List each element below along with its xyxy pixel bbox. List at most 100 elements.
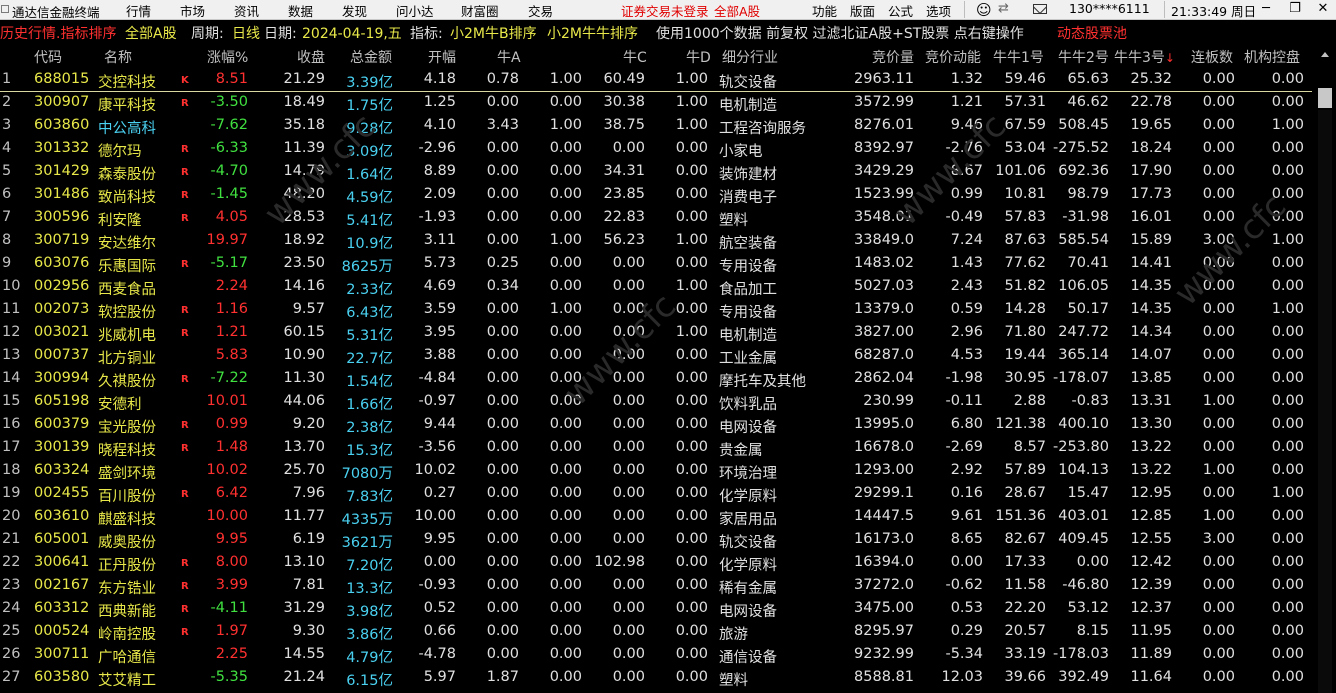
col-close[interactable]: 收盘 [297, 47, 325, 67]
table-row[interactable]: 15 605198 安德利 10.01 44.06 1.66亿 -0.97 0.00 0.00 0… [0, 390, 1312, 413]
menu-hangqing[interactable]: 行情 [126, 1, 151, 20]
cell-close: 31.29 [283, 600, 325, 616]
margin-badge: R [181, 190, 189, 201]
data-settings[interactable]: 使用1000个数据 前复权 过滤北证A股+ST股票 点右键操作 [656, 23, 1024, 43]
menu-shuju[interactable]: 数据 [288, 1, 313, 20]
cell-ind: 稀有金属 [719, 581, 777, 597]
minimize-button[interactable]: ─ [1256, 0, 1276, 19]
table-row[interactable]: 10 002956 西麦食品 2.24 14.16 2.33亿 4.69 0.34 0.00 0.… [0, 275, 1312, 298]
period-value[interactable]: 日线 [232, 23, 260, 43]
cell-b: 0.00 [549, 439, 582, 455]
table-row[interactable]: 25 000524 岭南控股 R 1.97 9.30 3.86亿 0.66 0.00 0.00 0.… [0, 620, 1312, 643]
col-niu-d[interactable]: 牛D [686, 47, 711, 67]
col-niu-a[interactable]: 牛A [497, 47, 521, 67]
cell-bm: 2.43 [950, 278, 983, 294]
table-row[interactable]: 3 603860 中公高科 -7.62 35.18 9.28亿 4.10 3.43 1.00 38… [0, 114, 1312, 137]
cell-b: 1.00 [549, 71, 582, 87]
table-row[interactable]: 9 603076 乐惠国际 R -5.17 23.50 8625万 5.73 0.25 0.00 0… [0, 252, 1312, 275]
market-indicator[interactable]: 全部A股 [714, 1, 760, 20]
menu-zixun[interactable]: 资讯 [234, 1, 259, 20]
table-row[interactable]: 5 301429 森泰股份 R -4.70 14.79 1.64亿 8.89 0.00 0.00 3… [0, 160, 1312, 183]
menu-faxian[interactable]: 发现 [342, 1, 367, 20]
table-row[interactable]: 21 605001 威奥股份 9.95 6.19 3621万 9.95 0.00 0.00 0.0… [0, 528, 1312, 551]
date-value[interactable]: 2024-04-19,五 [302, 23, 402, 43]
cell-bv: 9232.99 [854, 646, 914, 662]
col-niuniu-2[interactable]: 牛牛2号 [1058, 47, 1109, 67]
menu-xuanxiang[interactable]: 选项 [926, 1, 951, 20]
col-name[interactable]: 名称 [104, 47, 132, 67]
col-niuniu-1[interactable]: 牛牛1号 [993, 47, 1044, 67]
col-industry[interactable]: 细分行业 [722, 47, 778, 67]
table-row[interactable]: 18 603324 盛剑环境 10.02 25.70 7080万 10.02 0.00 0.00… [0, 459, 1312, 482]
cell-ind: 塑料 [719, 213, 748, 229]
cell-n1: 22.20 [1004, 600, 1046, 616]
table-row[interactable]: 26 300711 广哈通信 2.25 14.55 4.79亿 -4.78 0.00 0.00 0… [0, 643, 1312, 666]
account-id[interactable]: 130****6111 [1069, 1, 1150, 16]
cell-n1: 8.57 [1013, 439, 1046, 455]
restore-button[interactable]: ❐ [1285, 0, 1305, 19]
table-row[interactable]: 6 301486 致尚科技 R -1.45 48.20 4.59亿 2.09 0.00 0.00 2… [0, 183, 1312, 206]
cell-close: 44.06 [283, 393, 325, 409]
cell-lb: 1.00 [1202, 462, 1235, 478]
swap-icon[interactable]: ⇄ [998, 1, 1009, 16]
market-label[interactable]: 全部A股 [125, 23, 177, 43]
stock-code: 301486 [34, 186, 90, 202]
scroll-thumb[interactable] [1318, 88, 1332, 108]
cell-a: 0.00 [486, 554, 519, 570]
indicator-niuniu-sort[interactable]: 小2M牛牛排序 [547, 23, 638, 43]
menu-caifuquan[interactable]: 财富圈 [461, 1, 499, 20]
stock-name: 西典新能 [98, 604, 156, 620]
table-row[interactable]: 11 002073 软控股份 R 1.16 9.57 6.43亿 3.59 0.00 1.00 0.… [0, 298, 1312, 321]
cell-bm: -5.34 [945, 646, 983, 662]
col-open-pct[interactable]: 开幅 [428, 47, 456, 67]
avatar-icon[interactable]: ☺ [976, 1, 992, 19]
cell-c: 0.00 [612, 577, 645, 593]
cell-d: 0.00 [675, 439, 708, 455]
mail-icon[interactable] [1033, 4, 1047, 14]
close-button[interactable]: ✕ [1313, 0, 1333, 19]
col-change[interactable]: 涨幅% [207, 47, 248, 67]
table-row[interactable]: 23 002167 东方锆业 R 3.99 7.81 13.3亿 -0.93 0.00 0.00 0… [0, 574, 1312, 597]
table-row[interactable]: 20 603610 麒盛科技 10.00 11.77 4335万 10.00 0.00 0.00… [0, 505, 1312, 528]
indicator-label: 指标: [410, 26, 443, 42]
table-row[interactable]: 22 300641 正丹股份 R 8.00 13.10 7.20亿 0.00 0.00 0.00 1… [0, 551, 1312, 574]
col-code[interactable]: 代码 [34, 47, 62, 67]
col-niuniu-3[interactable]: 牛牛3号↓ [1114, 47, 1175, 67]
mode-label[interactable]: 历史行情.指标排序 [0, 23, 116, 43]
col-streak[interactable]: 连板数 [1191, 47, 1233, 67]
table-row[interactable]: 7 300596 利安隆 R 4.05 28.53 5.41亿 -1.93 0.00 0.00 22… [0, 206, 1312, 229]
col-amount[interactable]: 总金额 [350, 47, 392, 67]
menu-jiaoyi[interactable]: 交易 [528, 1, 553, 20]
cell-n1: 57.31 [1004, 94, 1046, 110]
cell-jg: 0.00 [1271, 554, 1304, 570]
table-row[interactable]: 1 688015 交控科技 K 8.51 21.29 3.39亿 4.18 0.78 1.00 60… [0, 68, 1312, 92]
col-bid-momentum[interactable]: 竞价动能 [925, 47, 981, 67]
menu-gongshi[interactable]: 公式 [888, 1, 913, 20]
table-row[interactable]: 2 300907 康平科技 R -3.50 18.49 1.75亿 1.25 0.00 0.00 3… [0, 91, 1312, 114]
table-row[interactable]: 16 600379 宝光股份 R 0.99 9.20 2.38亿 9.44 0.00 0.00 0.… [0, 413, 1312, 436]
dynamic-stock-pool[interactable]: 动态股票池 [1057, 23, 1127, 43]
cell-chg: 4.05 [215, 209, 248, 225]
col-bid-volume[interactable]: 竞价量 [872, 47, 914, 67]
indicator-b-sort[interactable]: 小2M牛B排序 [450, 23, 537, 43]
col-inst-control[interactable]: 机构控盘 [1244, 47, 1300, 67]
menu-wenxiaoda[interactable]: 问小达 [396, 1, 434, 20]
table-row[interactable]: 19 002455 百川股份 R 6.42 7.96 7.83亿 0.27 0.00 0.00 0.… [0, 482, 1312, 505]
col-niu-c[interactable]: 牛C [623, 47, 647, 67]
cell-n3: 12.37 [1130, 600, 1172, 616]
menu-gongneng[interactable]: 功能 [812, 1, 837, 20]
scroll-track[interactable] [1318, 110, 1332, 693]
trade-login-status[interactable]: 证券交易未登录 [621, 1, 709, 20]
table-row[interactable]: 4 301332 德尔玛 R -6.33 11.39 3.09亿 -2.96 0.00 0.00 0… [0, 137, 1312, 160]
cell-chg: -5.17 [210, 255, 248, 271]
table-row[interactable]: 17 300139 晓程科技 R 1.48 13.70 15.3亿 -3.56 0.00 0.00… [0, 436, 1312, 459]
table-row[interactable]: 14 300994 久祺股份 R -7.22 11.30 1.54亿 -4.84 0.00 0.0… [0, 367, 1312, 390]
menu-shichang[interactable]: 市场 [180, 1, 205, 20]
table-row[interactable]: 12 003021 兆威机电 R 1.21 60.15 5.31亿 3.95 0.00 0.00 0… [0, 321, 1312, 344]
scroll-up-arrow-icon[interactable] [1316, 46, 1334, 64]
table-row[interactable]: 24 603312 西典新能 R -4.11 31.29 3.98亿 0.52 0.00 0.00… [0, 597, 1312, 620]
table-row[interactable]: 27 603580 艾艾精工 -5.35 21.24 6.15亿 5.97 1.87 0.00 0… [0, 666, 1312, 689]
table-row[interactable]: 13 000737 北方铜业 5.83 10.90 22.7亿 3.88 0.00 0.00 0.… [0, 344, 1312, 367]
table-row[interactable]: 8 300719 安达维尔 19.97 18.92 10.9亿 3.11 0.00 1.00 56… [0, 229, 1312, 252]
menu-banmian[interactable]: 版面 [850, 1, 875, 20]
